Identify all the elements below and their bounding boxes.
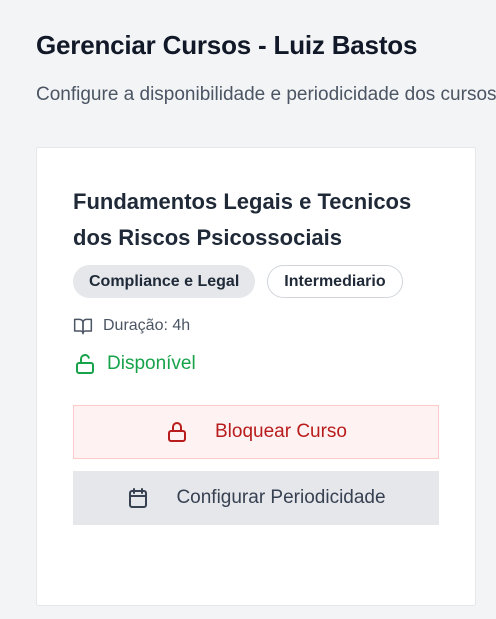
course-duration: Duração: 4h	[73, 316, 190, 336]
lock-icon	[165, 420, 189, 444]
block-course-button[interactable]: Bloquear Curso	[73, 405, 439, 459]
duration-label: Duração: 4h	[103, 317, 191, 334]
block-course-label: Bloquear Curso	[214, 421, 348, 442]
page-subtitle: Configure a disponibilidade e periodicid…	[36, 84, 496, 105]
course-badges: Compliance e Legal Intermediario	[73, 265, 403, 298]
level-badge: Intermediario	[267, 265, 403, 298]
configure-periodicity-button[interactable]: Configurar Periodicidade	[73, 471, 439, 525]
calendar-icon	[126, 486, 150, 510]
page-title: Gerenciar Cursos - Luiz Bastos	[36, 30, 418, 60]
book-open-icon	[73, 316, 93, 336]
course-title: Fundamentos Legais e Tecnicos dos Riscos…	[73, 189, 412, 250]
page: Gerenciar Cursos - Luiz Bastos Configure…	[0, 0, 496, 619]
availability-status: Disponível	[73, 352, 196, 376]
category-badge: Compliance e Legal	[73, 265, 256, 298]
status-label: Disponível	[107, 353, 196, 374]
unlock-icon	[73, 352, 97, 376]
configure-periodicity-label: Configurar Periodicidade	[176, 487, 386, 508]
course-card: Fundamentos Legais e Tecnicos dos Riscos…	[36, 147, 476, 606]
